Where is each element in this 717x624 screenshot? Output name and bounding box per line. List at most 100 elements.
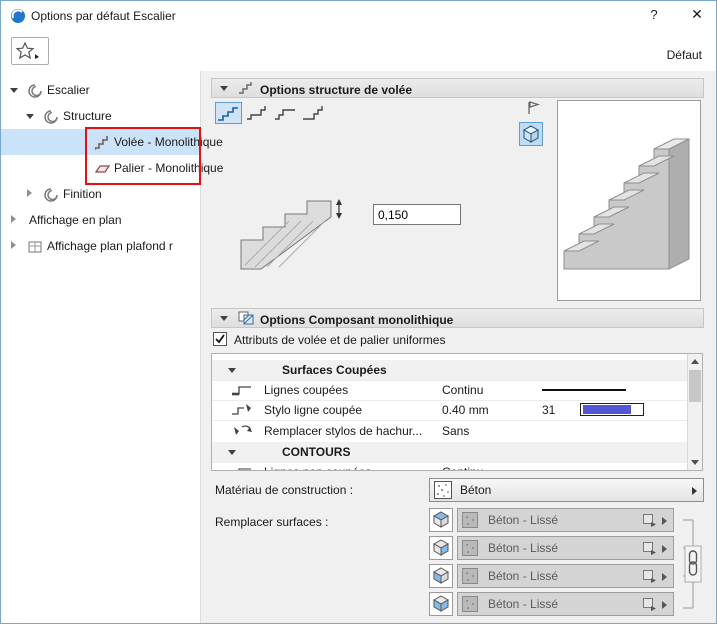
tree-item-structure[interactable]: Structure: [1, 103, 200, 129]
row-value[interactable]: Continu: [442, 380, 483, 400]
chevron-right-icon: [662, 601, 667, 609]
favorites-button[interactable]: [11, 37, 49, 65]
face-select-right-button[interactable]: [429, 536, 453, 560]
monolithic-component-icon: [238, 311, 254, 325]
surface-bottom-dropdown[interactable]: Béton - Lissé: [457, 592, 674, 616]
link-surfaces-button[interactable]: [677, 506, 705, 622]
concrete-material-icon: [434, 481, 452, 499]
section-header-flight-structure[interactable]: Options structure de volée: [211, 78, 704, 98]
chevron-right-icon[interactable]: [11, 215, 16, 223]
chevron-right-icon: [662, 573, 667, 581]
row-label: Lignes coupées: [264, 383, 349, 397]
landing-bottom-flight-icon: [303, 106, 323, 120]
face-select-bottom-button[interactable]: [429, 592, 453, 616]
row-value[interactable]: Sans: [442, 420, 469, 442]
collapse-triangle-icon: [228, 450, 236, 455]
cube-icon: [522, 125, 540, 143]
tree-item-palier-monolithique[interactable]: Palier - Monolithique: [1, 155, 223, 181]
tree-item-volee-monolithique[interactable]: Volée - Monolithique: [1, 129, 223, 155]
uncut-line-icon: [230, 464, 256, 470]
uniform-attributes-checkbox[interactable]: [213, 332, 227, 346]
transfer-surface-icon[interactable]: [642, 513, 657, 528]
chevron-right-icon[interactable]: [27, 189, 32, 197]
chevron-right-icon[interactable]: [11, 241, 16, 249]
chevron-down-icon[interactable]: [26, 114, 34, 119]
stair-settings-dialog: Options par défaut Escalier ? ✕ Défaut E…: [0, 0, 717, 624]
default-button[interactable]: Défaut: [667, 48, 702, 62]
title-bar: Options par défaut Escalier ? ✕: [1, 1, 716, 31]
transfer-surface-icon[interactable]: [642, 541, 657, 556]
section-header-monolithic-component[interactable]: Options Composant monolithique: [211, 308, 704, 328]
chevron-right-icon: [692, 487, 697, 495]
chevron-down-icon[interactable]: [10, 88, 18, 93]
collapse-triangle-icon: [220, 316, 228, 321]
pen-color-swatch[interactable]: [580, 403, 644, 416]
table-row-cut-lines: Lignes coupées Continu: [212, 380, 687, 401]
group-row-cut-surfaces[interactable]: Surfaces Coupées: [212, 360, 687, 381]
help-button[interactable]: ?: [639, 7, 669, 27]
row-label: Remplacer stylos de hachur...: [264, 424, 423, 438]
tree-item-label: Structure: [63, 109, 112, 123]
scroll-down-button[interactable]: [688, 455, 702, 470]
section-title: Options Composant monolithique: [260, 313, 454, 327]
tree-item-affichage-plafond[interactable]: Affichage plan plafond r: [1, 233, 200, 259]
surface-top-dropdown[interactable]: Béton - Lissé: [457, 508, 674, 532]
flight-type-landing-top-button[interactable]: [272, 102, 299, 124]
flag-icon: [529, 101, 541, 108]
dropdown-arrow-icon: [35, 54, 39, 59]
line-type-sample[interactable]: [542, 389, 626, 391]
row-value[interactable]: 0.40 mm: [442, 400, 489, 420]
override-surfaces-label: Remplacer surfaces :: [215, 515, 329, 529]
row-label: Stylo ligne coupée: [264, 403, 363, 417]
pen-number[interactable]: 31: [542, 400, 555, 420]
scroll-thumb[interactable]: [689, 370, 701, 402]
flight-type-landing-bottom-button[interactable]: [300, 102, 327, 124]
cut-line-icon: [230, 382, 256, 398]
collapse-triangle-icon: [228, 368, 236, 373]
stair-3d-preview[interactable]: [557, 100, 701, 301]
group-row-contours[interactable]: CONTOURS: [212, 442, 687, 463]
app-icon: [10, 8, 26, 24]
scroll-up-button[interactable]: [688, 354, 702, 369]
dialog-toolbar: Défaut: [1, 31, 716, 71]
model-view-button[interactable]: [519, 122, 543, 146]
tree-item-label: Escalier: [47, 83, 90, 97]
stair-section-shape: [240, 200, 332, 270]
structure-icon: [43, 108, 59, 124]
flight-type-stepped-button[interactable]: [215, 102, 242, 124]
flight-steps-icon: [94, 134, 110, 151]
surface-right-dropdown[interactable]: Béton - Lissé: [457, 536, 674, 560]
stepped-flight-icon: [218, 107, 238, 121]
face-select-top-button[interactable]: [429, 508, 453, 532]
row-value[interactable]: Continu: [442, 462, 483, 470]
chevron-right-icon: [662, 545, 667, 553]
building-material-dropdown[interactable]: Béton: [429, 478, 704, 502]
tree-item-label: Volée - Monolithique: [114, 135, 223, 149]
cut-line-pen-icon: [230, 402, 256, 418]
window-title: Options par défaut Escalier: [31, 9, 176, 23]
riser-dimension-arrow: [336, 199, 342, 219]
group-label: Surfaces Coupées: [282, 363, 387, 377]
riser-height-input[interactable]: [373, 204, 461, 225]
flight-type-landing-mid-button[interactable]: [244, 102, 271, 124]
symbolic-view-button[interactable]: [525, 100, 543, 118]
cube-right-face-icon: [432, 539, 450, 556]
tree-item-affichage-en-plan[interactable]: Affichage en plan: [1, 207, 200, 233]
star-icon: [16, 42, 35, 60]
surface-texture-icon: [462, 540, 478, 556]
table-row-override-fill-pens: Remplacer stylos de hachur... Sans: [212, 420, 687, 443]
uniform-attributes-label: Attributs de volée et de palier uniforme…: [234, 333, 446, 347]
face-select-left-button[interactable]: [429, 564, 453, 588]
stair-spiral-icon: [27, 82, 43, 98]
close-button[interactable]: ✕: [681, 6, 713, 28]
check-icon: [215, 334, 225, 344]
collapse-triangle-icon: [220, 86, 228, 91]
tree-item-finition[interactable]: Finition: [1, 181, 200, 207]
chevron-right-icon: [662, 517, 667, 525]
tree-item-escalier[interactable]: Escalier: [1, 77, 200, 103]
surface-value: Béton - Lissé: [488, 541, 559, 555]
table-row-uncut-lines: Lignes non coupées Continu: [212, 462, 687, 470]
transfer-surface-icon[interactable]: [642, 597, 657, 612]
transfer-surface-icon[interactable]: [642, 569, 657, 584]
surface-left-dropdown[interactable]: Béton - Lissé: [457, 564, 674, 588]
